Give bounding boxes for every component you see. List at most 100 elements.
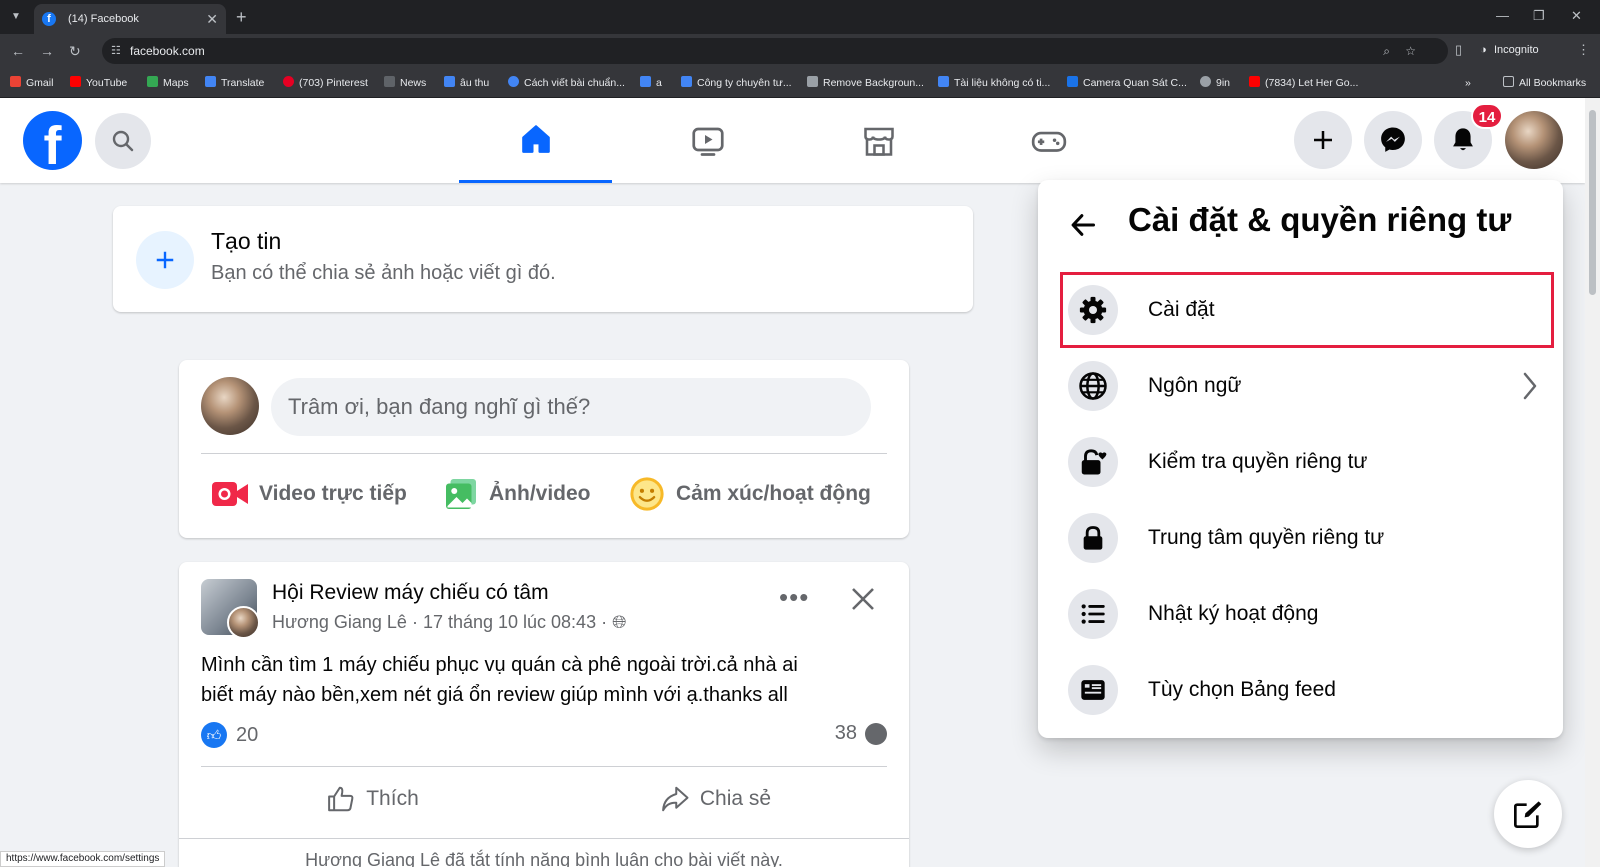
bookmark-item[interactable]: News bbox=[384, 68, 426, 98]
feed-post: Hội Review máy chiếu có tâm Hương Giang … bbox=[179, 562, 909, 867]
tab-search-icon[interactable]: ▼ bbox=[6, 7, 26, 27]
gear-icon bbox=[1068, 285, 1118, 335]
menu-item-feed-preferences[interactable]: Tùy chọn Bảng feed bbox=[1060, 652, 1554, 728]
menu-item-activity-log[interactable]: Nhật ký hoạt động bbox=[1060, 576, 1554, 652]
zoom-icon[interactable]: ⌕ bbox=[1383, 38, 1390, 64]
post-composer: Trâm ơi, bạn đang nghĩ gì thế? Video trự… bbox=[179, 360, 909, 538]
browser-menu-icon[interactable]: ⋮ bbox=[1577, 42, 1590, 58]
url-text: facebook.com bbox=[130, 44, 205, 58]
close-icon bbox=[852, 588, 874, 610]
share-label: Chia sẻ bbox=[699, 787, 772, 810]
like-label: Thích bbox=[366, 787, 419, 810]
bookmark-item[interactable]: Gmail bbox=[10, 68, 53, 98]
facebook-favicon-icon: f bbox=[42, 12, 56, 26]
create-story-card[interactable]: Tạo tin Bạn có thể chia sẻ ảnh hoặc viết… bbox=[113, 206, 973, 312]
all-bookmarks[interactable]: All Bookmarks bbox=[1503, 68, 1586, 98]
like-button[interactable]: Thích bbox=[201, 774, 544, 824]
share-button[interactable]: Chia sẻ bbox=[544, 774, 887, 824]
post-time[interactable]: 17 tháng 10 lúc 08:43 bbox=[423, 612, 596, 632]
marketplace-icon bbox=[863, 127, 894, 156]
menu-item-language[interactable]: Ngôn ngữ bbox=[1060, 348, 1554, 424]
search-icon bbox=[112, 130, 134, 152]
incognito-indicator[interactable]: ◑ Incognito bbox=[1480, 38, 1560, 62]
messenger-button[interactable] bbox=[1364, 111, 1422, 169]
feed-icon bbox=[1068, 665, 1118, 715]
menu-item-privacy-checkup[interactable]: Kiểm tra quyền riêng tư bbox=[1060, 424, 1554, 500]
feeling-activity-button[interactable]: Cảm xúc/hoạt động bbox=[628, 472, 871, 516]
tab-home[interactable] bbox=[459, 98, 612, 183]
bell-icon bbox=[1453, 128, 1473, 151]
close-tab-icon[interactable]: ✕ bbox=[206, 4, 218, 34]
bookmark-item[interactable]: (7834) Let Her Go... bbox=[1249, 68, 1358, 98]
lock-icon bbox=[1068, 513, 1118, 563]
menu-item-label: Nhật ký hoạt động bbox=[1148, 602, 1319, 625]
tab-video[interactable] bbox=[631, 98, 784, 183]
bookmark-item[interactable]: Translate bbox=[205, 68, 264, 98]
bookmark-item[interactable]: Tài liệu không có ti... bbox=[938, 68, 1050, 98]
address-bar[interactable]: ☷ facebook.com ⌕ ☆ bbox=[102, 38, 1448, 64]
search-button[interactable] bbox=[95, 113, 151, 169]
menu-item-privacy-center[interactable]: Trung tâm quyền riêng tư bbox=[1060, 500, 1554, 576]
scrollbar-thumb[interactable] bbox=[1589, 110, 1596, 295]
menu-item-label: Ngôn ngữ bbox=[1148, 374, 1242, 397]
bookmark-item[interactable]: Maps bbox=[147, 68, 189, 98]
reaction-summary[interactable]: 👍︎ 20 bbox=[201, 722, 258, 748]
comments-disabled-note: Hương Giang Lê đã tắt tính năng bình luậ… bbox=[305, 850, 783, 867]
meta-separator: · bbox=[406, 612, 423, 632]
menu-item-settings[interactable]: Cài đặt bbox=[1060, 272, 1554, 348]
author-name[interactable]: Hương Giang Lê bbox=[272, 612, 407, 632]
post-text-line: Mình cần tìm 1 máy chiếu phục vụ quán cà… bbox=[201, 654, 798, 676]
create-button[interactable] bbox=[1294, 111, 1352, 169]
hide-post-button[interactable] bbox=[843, 579, 883, 619]
photo-video-button[interactable]: Ảnh/video bbox=[443, 472, 591, 516]
back-button[interactable] bbox=[1060, 202, 1106, 248]
new-tab-icon[interactable]: + bbox=[236, 5, 247, 29]
bookmark-item[interactable]: Cách viết bài chuẩn... bbox=[508, 68, 625, 98]
live-video-button[interactable]: Video trực tiếp bbox=[211, 472, 407, 516]
page-scrollbar[interactable] bbox=[1585, 98, 1600, 867]
compose-icon bbox=[1514, 801, 1542, 828]
comment-count: 38 bbox=[834, 722, 857, 744]
minimize-icon[interactable]: — bbox=[1496, 6, 1509, 26]
home-icon bbox=[521, 125, 550, 153]
bookmark-star-icon[interactable]: ☆ bbox=[1405, 38, 1416, 64]
restore-icon[interactable]: ❐ bbox=[1533, 6, 1545, 26]
browser-tab[interactable]: f (14) Facebook ✕ bbox=[34, 4, 226, 34]
composer-divider bbox=[201, 453, 887, 454]
share-icon bbox=[662, 786, 689, 812]
account-avatar[interactable] bbox=[1505, 111, 1563, 169]
side-panel-icon[interactable]: ▯ bbox=[1455, 42, 1462, 58]
video-icon bbox=[691, 127, 724, 156]
bookmark-item[interactable]: Remove Backgroun... bbox=[807, 68, 924, 98]
bookmark-item[interactable]: Công ty chuyên tư... bbox=[681, 68, 792, 98]
user-avatar[interactable] bbox=[201, 377, 259, 435]
back-icon[interactable]: ← bbox=[11, 42, 25, 60]
bookmark-item[interactable]: YouTube bbox=[70, 68, 127, 98]
close-window-icon[interactable]: ✕ bbox=[1571, 6, 1582, 26]
forward-icon[interactable]: → bbox=[40, 42, 54, 60]
author-avatar[interactable] bbox=[227, 606, 260, 639]
tab-marketplace[interactable] bbox=[802, 98, 955, 183]
facebook-logo-icon[interactable]: f bbox=[23, 111, 82, 170]
site-info-icon[interactable]: ☷ bbox=[111, 38, 121, 64]
bookmark-item[interactable]: a bbox=[640, 68, 662, 98]
menu-item-label: Cài đặt bbox=[1148, 298, 1215, 321]
group-name[interactable]: Hội Review máy chiếu có tâm bbox=[272, 581, 549, 605]
post-text-line: biết máy nào bền,xem nét giá ổn review g… bbox=[201, 684, 788, 706]
bookmark-item[interactable]: (703) Pinterest bbox=[283, 68, 368, 98]
bookmark-item[interactable]: Camera Quan Sát C... bbox=[1067, 68, 1187, 98]
comment-summary[interactable]: 38 bbox=[835, 722, 887, 745]
bookmark-item[interactable]: 9in bbox=[1200, 68, 1230, 98]
bookmarks-overflow-icon[interactable]: » bbox=[1465, 68, 1471, 98]
arrow-left-icon bbox=[1071, 214, 1096, 236]
bookmark-item[interactable]: âu thu bbox=[444, 68, 489, 98]
new-message-button[interactable] bbox=[1494, 780, 1562, 848]
messenger-icon bbox=[1381, 127, 1405, 152]
tab-gaming[interactable] bbox=[972, 98, 1125, 183]
chevron-right-icon bbox=[1523, 372, 1537, 400]
menu-item-label: Kiểm tra quyền riêng tư bbox=[1148, 450, 1368, 473]
reload-icon[interactable]: ↻ bbox=[69, 42, 81, 60]
add-story-button[interactable] bbox=[136, 231, 194, 289]
status-input[interactable]: Trâm ơi, bạn đang nghĩ gì thế? bbox=[271, 378, 871, 436]
post-options-icon[interactable]: ••• bbox=[779, 582, 809, 613]
